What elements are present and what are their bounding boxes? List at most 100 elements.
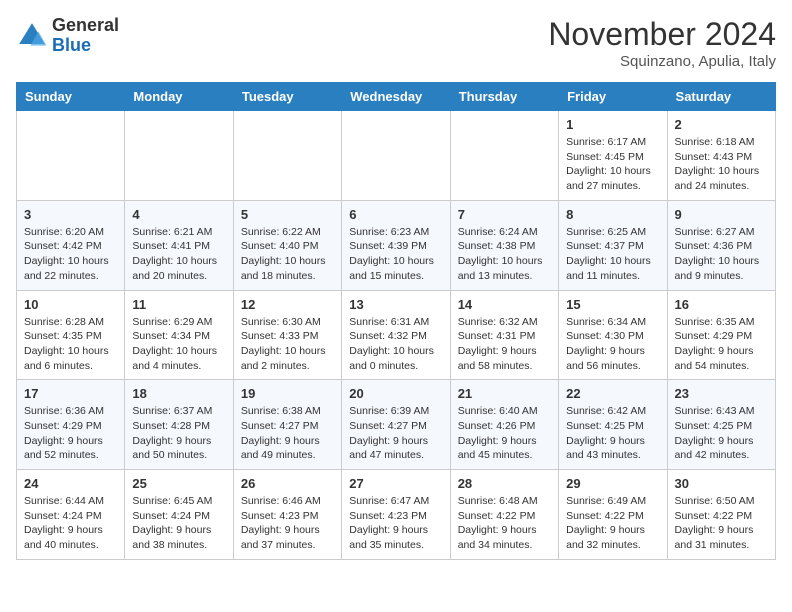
day-number: 26 (241, 476, 334, 491)
day-info: Sunrise: 6:31 AM Sunset: 4:32 PM Dayligh… (349, 315, 442, 374)
calendar-cell: 19 Sunrise: 6:38 AM Sunset: 4:27 PM Dayli… (233, 380, 341, 470)
day-info: Sunrise: 6:34 AM Sunset: 4:30 PM Dayligh… (566, 315, 659, 374)
day-info: Sunrise: 6:45 AM Sunset: 4:24 PM Dayligh… (132, 494, 225, 553)
day-info: Sunrise: 6:49 AM Sunset: 4:22 PM Dayligh… (566, 494, 659, 553)
day-number: 16 (675, 297, 768, 312)
day-number: 9 (675, 207, 768, 222)
calendar-cell: 20 Sunrise: 6:39 AM Sunset: 4:27 PM Dayli… (342, 380, 450, 470)
calendar-cell: 16 Sunrise: 6:35 AM Sunset: 4:29 PM Dayli… (667, 290, 775, 380)
page-header: General Blue November 2024 Squinzano, Ap… (16, 16, 776, 70)
day-number: 10 (24, 297, 117, 312)
day-number: 30 (675, 476, 768, 491)
calendar-cell: 15 Sunrise: 6:34 AM Sunset: 4:30 PM Dayli… (559, 290, 667, 380)
day-number: 7 (458, 207, 551, 222)
calendar-cell (450, 111, 558, 201)
calendar-cell: 21 Sunrise: 6:40 AM Sunset: 4:26 PM Dayli… (450, 380, 558, 470)
calendar-cell: 17Sunrise: 6:36 AM Sunset: 4:29 PM Dayli… (17, 380, 125, 470)
logo-general: General (52, 15, 119, 35)
day-number: 14 (458, 297, 551, 312)
location-subtitle: Squinzano, Apulia, Italy (548, 53, 776, 70)
calendar-cell: 23 Sunrise: 6:43 AM Sunset: 4:25 PM Dayli… (667, 380, 775, 470)
calendar-cell: 4 Sunrise: 6:21 AM Sunset: 4:41 PM Daylig… (125, 200, 233, 290)
day-info: Sunrise: 6:47 AM Sunset: 4:23 PM Dayligh… (349, 494, 442, 553)
day-info: Sunrise: 6:29 AM Sunset: 4:34 PM Dayligh… (132, 315, 225, 374)
day-info: Sunrise: 6:40 AM Sunset: 4:26 PM Dayligh… (458, 404, 551, 463)
calendar-cell: 26 Sunrise: 6:46 AM Sunset: 4:23 PM Dayli… (233, 470, 341, 560)
day-info: Sunrise: 6:21 AM Sunset: 4:41 PM Dayligh… (132, 225, 225, 284)
calendar-cell: 1 Sunrise: 6:17 AM Sunset: 4:45 PM Daylig… (559, 111, 667, 201)
day-number: 2 (675, 117, 768, 132)
day-number: 6 (349, 207, 442, 222)
title-block: November 2024 Squinzano, Apulia, Italy (548, 16, 776, 70)
day-info: Sunrise: 6:24 AM Sunset: 4:38 PM Dayligh… (458, 225, 551, 284)
weekday-header: Thursday (450, 83, 558, 111)
day-number: 27 (349, 476, 442, 491)
day-info: Sunrise: 6:27 AM Sunset: 4:36 PM Dayligh… (675, 225, 768, 284)
calendar-cell (17, 111, 125, 201)
day-number: 21 (458, 386, 551, 401)
calendar-cell: 14Sunrise: 6:32 AM Sunset: 4:31 PM Dayli… (450, 290, 558, 380)
day-info: Sunrise: 6:30 AM Sunset: 4:33 PM Dayligh… (241, 315, 334, 374)
day-info: Sunrise: 6:23 AM Sunset: 4:39 PM Dayligh… (349, 225, 442, 284)
day-info: Sunrise: 6:39 AM Sunset: 4:27 PM Dayligh… (349, 404, 442, 463)
day-info: Sunrise: 6:28 AM Sunset: 4:35 PM Dayligh… (24, 315, 117, 374)
day-number: 18 (132, 386, 225, 401)
day-number: 11 (132, 297, 225, 312)
day-number: 20 (349, 386, 442, 401)
day-number: 29 (566, 476, 659, 491)
day-info: Sunrise: 6:50 AM Sunset: 4:22 PM Dayligh… (675, 494, 768, 553)
calendar-cell: 10 Sunrise: 6:28 AM Sunset: 4:35 PM Dayli… (17, 290, 125, 380)
day-number: 23 (675, 386, 768, 401)
day-number: 5 (241, 207, 334, 222)
calendar-cell: 8 Sunrise: 6:25 AM Sunset: 4:37 PM Daylig… (559, 200, 667, 290)
calendar-cell: 11 Sunrise: 6:29 AM Sunset: 4:34 PM Dayli… (125, 290, 233, 380)
day-info: Sunrise: 6:44 AM Sunset: 4:24 PM Dayligh… (24, 494, 117, 553)
day-info: Sunrise: 6:38 AM Sunset: 4:27 PM Dayligh… (241, 404, 334, 463)
day-number: 15 (566, 297, 659, 312)
calendar-cell: 6 Sunrise: 6:23 AM Sunset: 4:39 PM Daylig… (342, 200, 450, 290)
day-number: 1 (566, 117, 659, 132)
calendar-cell: 30 Sunrise: 6:50 AM Sunset: 4:22 PM Dayli… (667, 470, 775, 560)
day-info: Sunrise: 6:46 AM Sunset: 4:23 PM Dayligh… (241, 494, 334, 553)
day-number: 24 (24, 476, 117, 491)
logo: General Blue (16, 16, 119, 56)
calendar-cell: 12Sunrise: 6:30 AM Sunset: 4:33 PM Dayli… (233, 290, 341, 380)
month-title: November 2024 (548, 16, 776, 53)
day-info: Sunrise: 6:22 AM Sunset: 4:40 PM Dayligh… (241, 225, 334, 284)
calendar-cell (342, 111, 450, 201)
day-number: 22 (566, 386, 659, 401)
calendar-cell: 22 Sunrise: 6:42 AM Sunset: 4:25 PM Dayli… (559, 380, 667, 470)
weekday-header: Tuesday (233, 83, 341, 111)
weekday-header: Wednesday (342, 83, 450, 111)
weekday-header: Sunday (17, 83, 125, 111)
day-number: 19 (241, 386, 334, 401)
calendar-cell: 18Sunrise: 6:37 AM Sunset: 4:28 PM Dayli… (125, 380, 233, 470)
day-number: 28 (458, 476, 551, 491)
day-number: 3 (24, 207, 117, 222)
calendar-cell: 2 Sunrise: 6:18 AM Sunset: 4:43 PM Daylig… (667, 111, 775, 201)
day-info: Sunrise: 6:18 AM Sunset: 4:43 PM Dayligh… (675, 135, 768, 194)
logo-blue: Blue (52, 35, 91, 55)
calendar-cell: 9 Sunrise: 6:27 AM Sunset: 4:36 PM Daylig… (667, 200, 775, 290)
day-info: Sunrise: 6:42 AM Sunset: 4:25 PM Dayligh… (566, 404, 659, 463)
calendar-cell (125, 111, 233, 201)
weekday-header: Saturday (667, 83, 775, 111)
calendar-cell: 13Sunrise: 6:31 AM Sunset: 4:32 PM Dayli… (342, 290, 450, 380)
calendar-cell (233, 111, 341, 201)
calendar-cell: 27 Sunrise: 6:47 AM Sunset: 4:23 PM Dayli… (342, 470, 450, 560)
day-info: Sunrise: 6:25 AM Sunset: 4:37 PM Dayligh… (566, 225, 659, 284)
calendar-cell: 24 Sunrise: 6:44 AM Sunset: 4:24 PM Dayli… (17, 470, 125, 560)
calendar-cell: 25Sunrise: 6:45 AM Sunset: 4:24 PM Dayli… (125, 470, 233, 560)
day-number: 8 (566, 207, 659, 222)
logo-icon (16, 20, 48, 52)
day-info: Sunrise: 6:35 AM Sunset: 4:29 PM Dayligh… (675, 315, 768, 374)
calendar-cell: 29 Sunrise: 6:49 AM Sunset: 4:22 PM Dayli… (559, 470, 667, 560)
day-info: Sunrise: 6:20 AM Sunset: 4:42 PM Dayligh… (24, 225, 117, 284)
day-number: 4 (132, 207, 225, 222)
day-info: Sunrise: 6:43 AM Sunset: 4:25 PM Dayligh… (675, 404, 768, 463)
calendar-cell: 28Sunrise: 6:48 AM Sunset: 4:22 PM Dayli… (450, 470, 558, 560)
weekday-header: Friday (559, 83, 667, 111)
calendar-cell: 3 Sunrise: 6:20 AM Sunset: 4:42 PM Daylig… (17, 200, 125, 290)
weekday-header: Monday (125, 83, 233, 111)
day-info: Sunrise: 6:17 AM Sunset: 4:45 PM Dayligh… (566, 135, 659, 194)
